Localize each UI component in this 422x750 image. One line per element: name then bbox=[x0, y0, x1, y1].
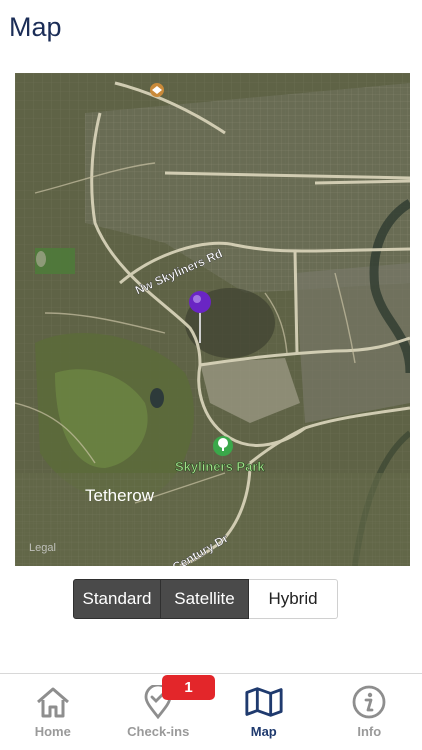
map-view[interactable]: Nw Skyliners Rd Century Dr Skyliners Par… bbox=[15, 73, 410, 566]
map-type-hybrid-button[interactable]: Hybrid bbox=[249, 579, 338, 619]
info-icon bbox=[349, 684, 389, 720]
home-icon bbox=[33, 684, 73, 720]
tab-info-label: Info bbox=[357, 724, 382, 739]
legal-link[interactable]: Legal bbox=[29, 542, 56, 554]
place-label-skyliners-park: Skyliners Park bbox=[175, 459, 265, 474]
school-marker-icon[interactable] bbox=[150, 83, 164, 97]
map-type-control: Standard Satellite Hybrid bbox=[73, 579, 338, 619]
map-type-standard-button[interactable]: Standard bbox=[73, 579, 161, 619]
map-type-satellite-button[interactable]: Satellite bbox=[161, 579, 249, 619]
tab-check-ins-label: Check-ins bbox=[127, 724, 190, 739]
page-title: Map bbox=[9, 12, 62, 42]
tab-map-label: Map bbox=[250, 724, 277, 739]
check-ins-badge: 1 bbox=[162, 675, 215, 700]
park-marker-icon[interactable] bbox=[213, 436, 233, 456]
map-icon bbox=[244, 684, 284, 720]
tab-map[interactable]: Map bbox=[211, 674, 317, 750]
tab-home[interactable]: Home bbox=[0, 674, 106, 750]
tab-info[interactable]: Info bbox=[317, 674, 422, 750]
tab-home-label: Home bbox=[34, 724, 71, 739]
place-label-tetherow: Tetherow bbox=[85, 486, 155, 505]
